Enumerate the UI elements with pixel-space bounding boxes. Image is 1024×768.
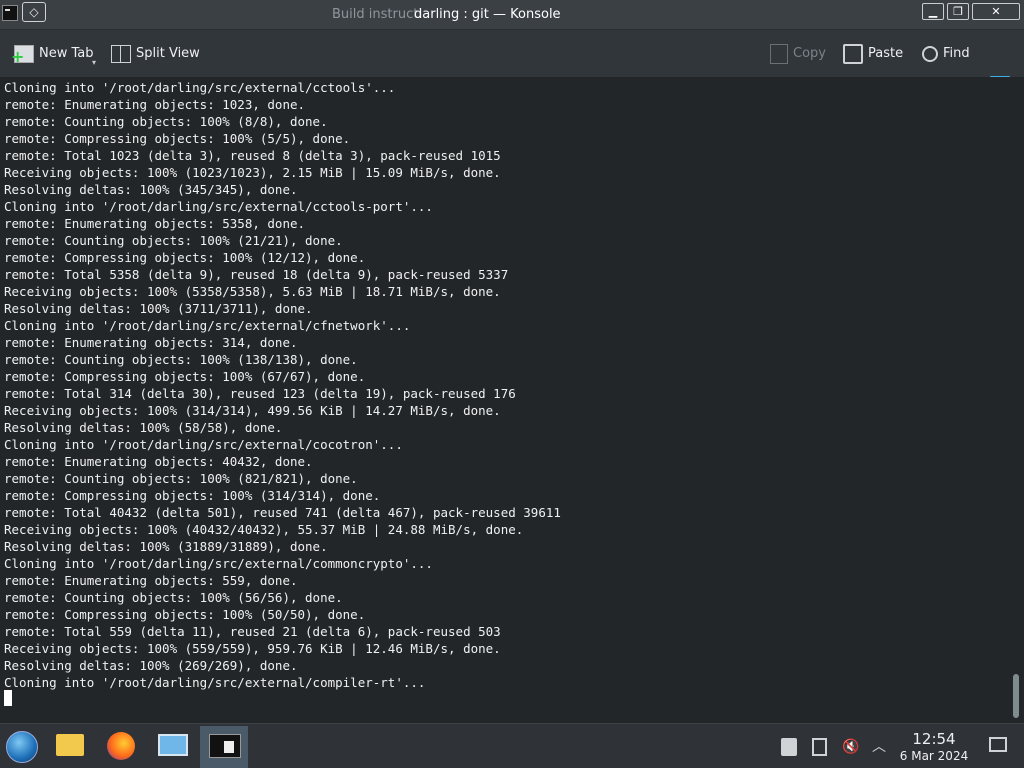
show-desktop-icon[interactable] <box>989 737 1007 752</box>
window-title: darling : git — Konsole <box>414 7 561 22</box>
clipboard-icon[interactable] <box>781 738 797 756</box>
terminal-line: remote: Total 559 (delta 11), reused 21 … <box>4 624 501 639</box>
terminal-line: remote: Total 5358 (delta 9), reused 18 … <box>4 267 509 282</box>
konsole-icon <box>209 734 241 758</box>
new-tab-button[interactable]: New Tab <box>11 42 94 66</box>
terminal-line: remote: Enumerating objects: 559, done. <box>4 573 298 588</box>
volume-muted-icon[interactable]: 🔇 <box>842 738 860 756</box>
terminal-line: remote: Enumerating objects: 40432, done… <box>4 454 313 469</box>
terminal-line: remote: Counting objects: 100% (21/21), … <box>4 233 343 248</box>
terminal-line: remote: Enumerating objects: 1023, done. <box>4 97 306 112</box>
new-tab-label: New Tab <box>39 46 94 61</box>
copy-icon <box>770 43 788 64</box>
terminal-line: Receiving objects: 100% (5358/5358), 5.6… <box>4 284 501 299</box>
konsole-toolbar: New Tab ▾ Split View ⌄ Copy Paste Find <box>0 30 1024 91</box>
maximize-button[interactable]: ❐ <box>947 3 969 20</box>
terminal-cursor <box>4 690 12 706</box>
scrollbar-thumb[interactable] <box>1013 674 1019 718</box>
terminal-line: remote: Counting objects: 100% (821/821)… <box>4 471 358 486</box>
start-menu-icon[interactable] <box>6 731 38 763</box>
terminal-line: remote: Compressing objects: 100% (50/50… <box>4 607 366 622</box>
taskbar-app-konsole[interactable] <box>200 726 248 768</box>
terminal-line: Receiving objects: 100% (314/314), 499.5… <box>4 403 501 418</box>
taskbar: 🔇 ︿ 12:54 6 Mar 2024 <box>0 723 1024 768</box>
terminal-line: remote: Counting objects: 100% (56/56), … <box>4 590 343 605</box>
terminal-line: Resolving deltas: 100% (3711/3711), done… <box>4 301 313 316</box>
minimize-button[interactable]: ▁ <box>922 3 944 20</box>
terminal-line: Cloning into '/root/darling/src/external… <box>4 80 396 95</box>
terminal-line: Cloning into '/root/darling/src/external… <box>4 556 433 571</box>
find-label: Find <box>943 46 970 61</box>
terminal-line: Cloning into '/root/darling/src/external… <box>4 318 411 333</box>
copy-label: Copy <box>793 46 826 61</box>
new-tab-icon <box>11 44 34 65</box>
terminal-line: Cloning into '/root/darling/src/external… <box>4 199 433 214</box>
split-view-button[interactable]: Split View <box>111 42 200 66</box>
terminal-line: remote: Counting objects: 100% (138/138)… <box>4 352 358 367</box>
new-tab-dropdown-icon[interactable]: ▾ <box>92 58 96 67</box>
terminal-line: remote: Compressing objects: 100% (12/12… <box>4 250 366 265</box>
paste-button[interactable]: Paste <box>843 42 903 66</box>
taskbar-app-files[interactable] <box>46 726 94 768</box>
terminal-line: remote: Counting objects: 100% (8/8), do… <box>4 114 328 129</box>
terminal-line: remote: Compressing objects: 100% (67/67… <box>4 369 366 384</box>
terminal-line: Resolving deltas: 100% (269/269), done. <box>4 658 298 673</box>
terminal-line: Receiving objects: 100% (1023/1023), 2.1… <box>4 165 501 180</box>
taskbar-app-firefox[interactable] <box>97 726 145 768</box>
clock-date[interactable]: 6 Mar 2024 <box>895 749 973 763</box>
terminal-line: Receiving objects: 100% (40432/40432), 5… <box>4 522 524 537</box>
terminal-line: remote: Total 1023 (delta 3), reused 8 (… <box>4 148 501 163</box>
split-view-label: Split View <box>136 46 200 61</box>
paste-label: Paste <box>868 46 904 61</box>
terminal-line: remote: Enumerating objects: 5358, done. <box>4 216 306 231</box>
terminal-line: Cloning into '/root/darling/src/external… <box>4 675 426 690</box>
keep-above-button[interactable]: ◇ <box>22 2 46 22</box>
system-settings-icon <box>158 734 188 756</box>
find-button[interactable]: Find <box>922 42 970 66</box>
terminal-scrollbar[interactable] <box>1008 77 1024 723</box>
copy-button[interactable]: Copy <box>770 42 826 66</box>
terminal-line: remote: Total 314 (delta 30), reused 123… <box>4 386 516 401</box>
terminal-line: remote: Compressing objects: 100% (5/5),… <box>4 131 351 146</box>
terminal-line: Resolving deltas: 100% (31889/31889), do… <box>4 539 328 554</box>
file-manager-icon <box>56 734 84 756</box>
terminal-line: remote: Enumerating objects: 314, done. <box>4 335 298 350</box>
tray-expand-icon[interactable]: ︿ <box>872 738 886 756</box>
terminal-line: remote: Total 40432 (delta 501), reused … <box>4 505 561 520</box>
terminal-line: Receiving objects: 100% (559/559), 959.7… <box>4 641 501 656</box>
terminal-line: Resolving deltas: 100% (58/58), done. <box>4 420 283 435</box>
paste-icon <box>843 43 863 64</box>
background-window-title: Build instructi <box>332 7 422 22</box>
terminal-line: remote: Compressing objects: 100% (314/3… <box>4 488 381 503</box>
close-button[interactable]: ✕ <box>972 3 1020 20</box>
split-view-icon <box>111 44 131 63</box>
terminal-line: Resolving deltas: 100% (345/345), done. <box>4 182 298 197</box>
notifications-icon[interactable] <box>812 738 827 756</box>
firefox-icon <box>107 732 135 760</box>
clock-time[interactable]: 12:54 <box>900 730 968 748</box>
window-titlebar[interactable]: ◇ Build instructi darling : git — Konsol… <box>0 0 1024 30</box>
terminal-line: Cloning into '/root/darling/src/external… <box>4 437 403 452</box>
search-icon <box>922 45 938 62</box>
terminal-lines: Cloning into '/root/darling/src/external… <box>4 79 561 691</box>
taskbar-app-settings[interactable] <box>148 726 196 768</box>
konsole-app-icon[interactable] <box>2 5 18 21</box>
terminal-output[interactable]: Cloning into '/root/darling/src/external… <box>0 77 1024 723</box>
